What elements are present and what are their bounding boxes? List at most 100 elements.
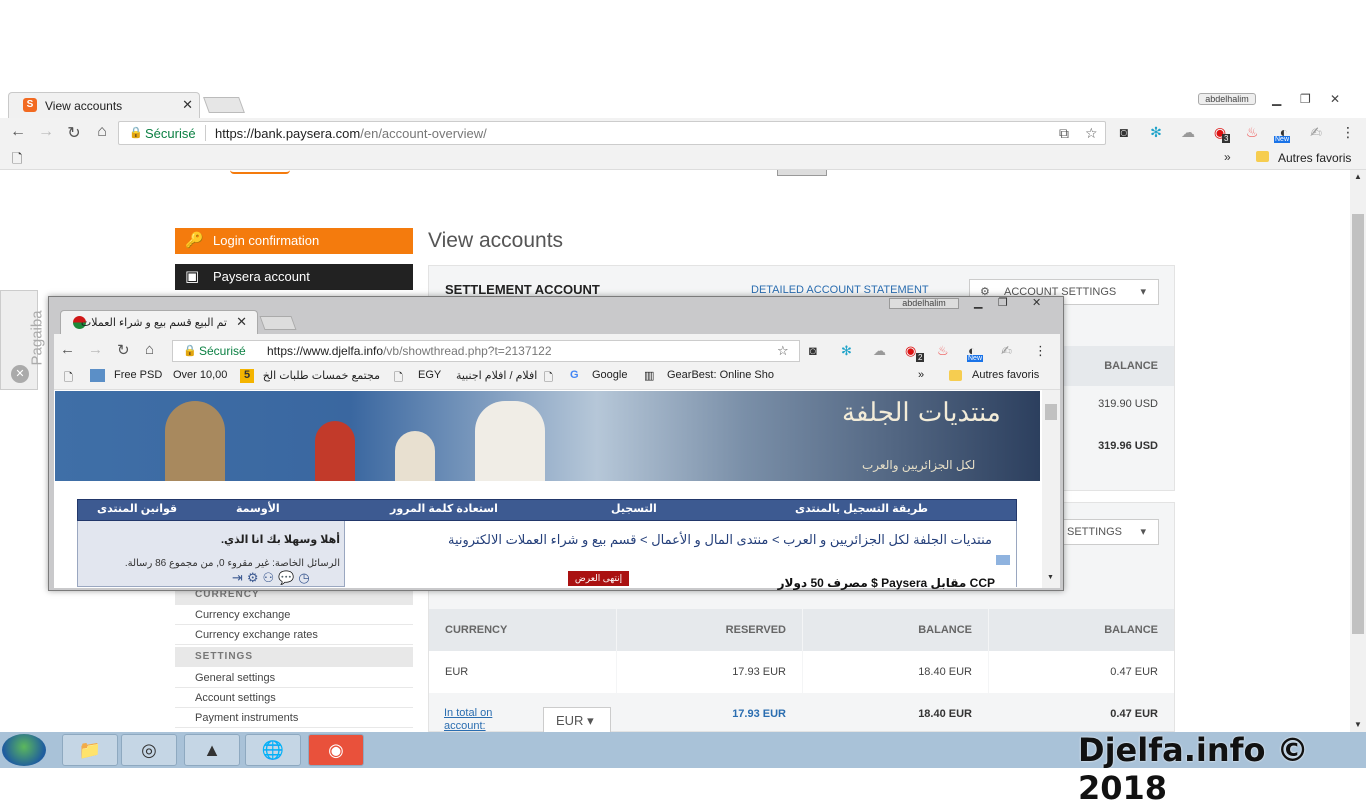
popup-star-icon[interactable]: ☆ — [777, 343, 789, 359]
close-window-icon[interactable]: ✕ — [1330, 92, 1340, 106]
popup-tab[interactable]: تم البيع قسم بيع و شراء العملات ✕ — [60, 310, 258, 334]
popup-scroll-down-icon[interactable]: ▼ — [1047, 574, 1054, 581]
cloud-ext-icon[interactable]: ☁ — [1179, 124, 1197, 141]
popup-opera-ext-icon[interactable]: ◉ — [905, 343, 916, 359]
detailed-statement-link[interactable]: DETAILED ACCOUNT STATEMENT — [751, 284, 929, 296]
reload-icon[interactable]: ↻ — [63, 123, 85, 143]
nav-register[interactable]: التسجيل — [611, 502, 657, 515]
popup-home-icon[interactable]: ⌂ — [145, 341, 154, 358]
nav-badges[interactable]: الأوسمة — [236, 502, 280, 515]
settings-button-label: SETTINGS — [1067, 526, 1123, 538]
forward-icon[interactable]: → — [35, 123, 57, 141]
restore-icon[interactable]: ❐ — [1300, 92, 1311, 106]
bookmark-over[interactable]: Over 10,00 — [173, 369, 229, 381]
pdf-ext-icon[interactable]: ✍ — [1307, 124, 1325, 141]
breadcrumb[interactable]: منتديات الجلفة لكل الجزائريين و العرب > … — [372, 531, 992, 549]
nav-forum-rules[interactable]: قوانين المنتدى — [97, 502, 177, 515]
bookmark-google[interactable]: Google — [592, 369, 627, 381]
popup-new-tab-button[interactable] — [259, 316, 297, 330]
popup-pdf-ext-icon[interactable]: ✍ — [1001, 343, 1012, 359]
new-tab-button[interactable] — [203, 97, 245, 113]
pagaiba-widget[interactable]: Pagaiba ✕ — [0, 290, 46, 390]
popup-address-bar[interactable]: 🔒 Sécurisé https://www.djelfa.info/vb/sh… — [172, 340, 800, 362]
scroll-thumb[interactable] — [1352, 214, 1364, 634]
close-tab-icon[interactable]: ✕ — [182, 97, 193, 113]
popup-ext-new-badge: New — [967, 355, 984, 362]
scroll-down-icon[interactable]: ▼ — [1354, 720, 1362, 729]
thread-title[interactable]: CCP مقابل Paysera $ مصرف 50 دولار — [635, 576, 995, 590]
nav-registration-guide[interactable]: طريقة التسجيل بالمنتدى — [795, 502, 928, 515]
account-settings-link[interactable]: Account settings — [175, 688, 413, 708]
popup-react-ext-icon[interactable]: ✻ — [841, 343, 852, 359]
screen-recorder-icon[interactable]: ◉ — [308, 734, 364, 766]
general-settings-link[interactable]: General settings — [175, 668, 413, 688]
total-on-account-link[interactable]: In total on account: — [444, 707, 492, 733]
private-messages-text[interactable]: الرسائل الخاصة: غير مقروء 0, من مجموع 86… — [125, 558, 340, 569]
other-bookmarks[interactable]: Autres favoris — [1278, 151, 1351, 165]
bookmark-star-icon[interactable]: ☆ — [1085, 125, 1098, 142]
browser-tab[interactable]: S View accounts ✕ — [8, 92, 200, 118]
total-available: 0.47 EUR — [1110, 708, 1158, 720]
back-icon[interactable]: ← — [7, 123, 29, 141]
popup-fire-ext-icon[interactable]: ♨ — [937, 343, 949, 359]
freepsd-icon — [90, 369, 105, 382]
bookmark-5[interactable]: 5 — [240, 369, 254, 383]
popup-scroll-thumb[interactable] — [1045, 404, 1057, 420]
fire-ext-icon[interactable]: ♨ — [1243, 124, 1261, 141]
eur-available: 0.47 EUR — [989, 651, 1174, 693]
popup-close-tab-icon[interactable]: ✕ — [236, 314, 247, 330]
page-title: View accounts — [428, 229, 564, 252]
popup-other-bookmarks[interactable]: Autres favoris — [972, 369, 1039, 381]
popup-minimize-icon[interactable]: ▁ — [974, 296, 982, 309]
menu-icon[interactable]: ⋮ — [1339, 124, 1357, 141]
popup-menu-icon[interactable]: ⋮ — [1034, 343, 1047, 359]
file-explorer-icon[interactable]: 📁 — [62, 734, 118, 766]
bookmark-aflam[interactable]: افلام / افلام اجنبية — [456, 369, 537, 382]
bookmark-khamsat[interactable]: مجتمع خمسات طلبات الخ — [260, 369, 380, 382]
popup-reload-icon[interactable]: ↻ — [117, 341, 130, 359]
caret-down-icon: ▾ — [1140, 286, 1146, 298]
bookmark-egy[interactable]: EGY — [418, 369, 441, 381]
scroll-up-icon[interactable]: ▲ — [1354, 172, 1362, 181]
settings-button[interactable]: SETTINGS ▾ — [1050, 519, 1159, 545]
total-balance: 18.40 EUR — [918, 708, 972, 720]
media-app-icon[interactable]: ▲ — [184, 734, 240, 766]
translate-icon[interactable]: ⧉ — [1059, 125, 1069, 142]
popup-close-icon[interactable]: ✕ — [1032, 296, 1041, 309]
popup-restore-icon[interactable]: ❐ — [998, 296, 1008, 309]
bookmark-freepsd[interactable]: Free PSD — [114, 369, 162, 381]
home-icon[interactable]: ⌂ — [91, 123, 113, 141]
popup-back-icon[interactable]: ← — [60, 341, 75, 358]
react-ext-icon[interactable]: ✻ — [1147, 124, 1165, 141]
watermark: Djelfa.info © 2018 — [1078, 731, 1309, 807]
bookmark-gearbest[interactable]: GearBest: Online Sho — [667, 369, 779, 381]
bookmark-page-icon: 🗋 — [544, 372, 553, 384]
page-scrollbar[interactable]: ▲ ▼ — [1350, 170, 1366, 732]
user-tools-icons[interactable]: ⇥⚙⚇💬◷ — [232, 570, 314, 586]
currency-rates-link[interactable]: Currency exchange rates — [175, 625, 413, 645]
popup-scrollbar[interactable]: ▼ — [1042, 390, 1060, 588]
eur-currency: EUR — [429, 651, 616, 693]
incognito-ext-icon[interactable]: ◙ — [1115, 124, 1133, 140]
chrome-icon[interactable]: ◎ — [121, 734, 177, 766]
network-app-icon[interactable]: 🌐 — [245, 734, 301, 766]
profile-badge[interactable]: abdelhalim — [1198, 93, 1256, 105]
popup-secure-label: Sécurisé — [199, 344, 246, 358]
paysera-account-button[interactable]: ▣ Paysera account — [175, 264, 413, 290]
nav-recover-password[interactable]: استعادة كلمة المرور — [390, 502, 498, 515]
more-bookmarks-icon[interactable]: » — [1224, 150, 1231, 164]
pagaiba-close-icon[interactable]: ✕ — [11, 365, 29, 383]
total-currency-select[interactable]: EUR ▾ — [543, 707, 611, 735]
popup-profile-badge[interactable]: abdelhalim — [889, 298, 959, 309]
currency-exchange-link[interactable]: Currency exchange — [175, 605, 413, 625]
start-button[interactable] — [2, 734, 46, 766]
minimize-icon[interactable]: ▁ — [1272, 92, 1281, 106]
bookmarks-bar — [0, 146, 1366, 170]
popup-forward-icon[interactable]: → — [88, 341, 103, 358]
address-bar[interactable]: 🔒 Sécurisé https://bank.paysera.com/en/a… — [118, 121, 1106, 145]
popup-cloud-ext-icon[interactable]: ☁ — [873, 343, 886, 359]
popup-more-bookmarks-icon[interactable]: » — [918, 369, 924, 381]
login-confirmation-button[interactable]: 🔑 Login confirmation — [175, 228, 413, 254]
payment-instruments-link[interactable]: Payment instruments — [175, 708, 413, 728]
popup-incognito-ext-icon[interactable]: ◙ — [809, 343, 817, 358]
